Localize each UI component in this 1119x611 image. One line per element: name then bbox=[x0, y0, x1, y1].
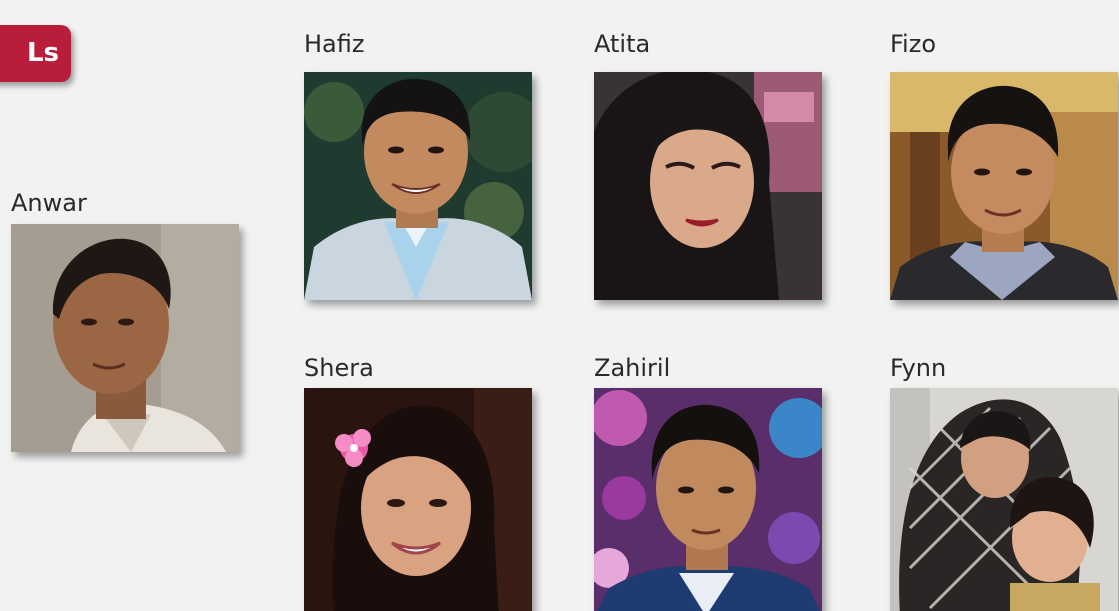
person-card-shera[interactable]: Shera bbox=[304, 354, 536, 611]
person-photo bbox=[11, 224, 239, 452]
person-name: Anwar bbox=[11, 189, 87, 217]
person-name: Zahiril bbox=[594, 354, 671, 382]
person-name: Fizo bbox=[890, 30, 937, 58]
section-badge-label: Ls bbox=[26, 38, 59, 68]
person-name: Fynn bbox=[890, 354, 947, 382]
person-photo bbox=[594, 388, 822, 611]
person-photo bbox=[304, 388, 532, 611]
person-name: Hafiz bbox=[304, 30, 365, 58]
person-name: Shera bbox=[304, 354, 374, 382]
person-card-anwar[interactable]: Anwar bbox=[11, 189, 243, 459]
person-card-atita[interactable]: Atita bbox=[594, 30, 826, 305]
person-card-zahiril[interactable]: Zahiril bbox=[594, 354, 826, 611]
person-card-fynn[interactable]: Fynn bbox=[890, 354, 1119, 611]
person-card-hafiz[interactable]: Hafiz bbox=[304, 30, 536, 305]
person-card-fizo[interactable]: Fizo bbox=[890, 30, 1119, 305]
person-photo bbox=[304, 72, 532, 300]
person-photo bbox=[890, 388, 1118, 611]
person-photo bbox=[594, 72, 822, 300]
person-photo bbox=[890, 72, 1118, 300]
section-badge: Ls bbox=[0, 25, 71, 82]
person-name: Atita bbox=[594, 30, 651, 58]
cast-page: Ls Anwar Hafiz Atita Fizo Shera Zahiril … bbox=[0, 0, 1119, 611]
